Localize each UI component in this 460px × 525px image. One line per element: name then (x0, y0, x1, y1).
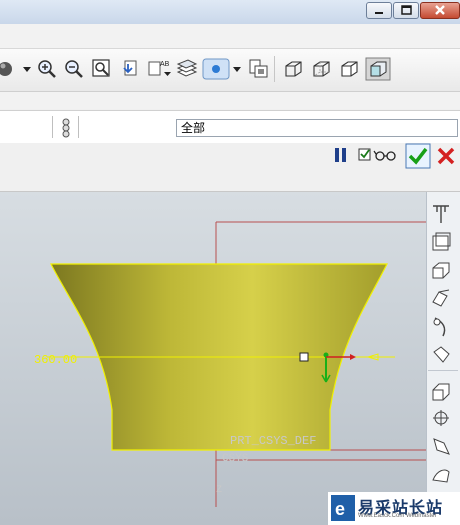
pattern-tool-icon[interactable] (429, 462, 453, 486)
zoom-out-icon[interactable] (63, 58, 85, 80)
preview-glasses-icon[interactable] (358, 146, 398, 164)
rib-tool-icon[interactable] (429, 406, 453, 430)
layers-icon[interactable] (176, 58, 198, 80)
pause-icon[interactable] (332, 146, 350, 164)
shell-tool-icon[interactable] (429, 378, 453, 402)
zoom-in-icon[interactable] (36, 58, 58, 80)
axis-z-label: Z (216, 485, 222, 496)
model-view[interactable]: 360.00 PRT_CSYS_DEF CSYS Z (0, 192, 426, 525)
maximize-button[interactable] (393, 2, 419, 19)
sweep-tool-icon[interactable] (429, 286, 453, 310)
dimension-label[interactable]: 360.00 (34, 353, 77, 367)
minimize-button[interactable] (366, 2, 392, 19)
watermark-logo: e (331, 495, 355, 521)
toolbar-separator (274, 56, 275, 82)
drag-handle[interactable] (299, 352, 309, 362)
saved-views-icon[interactable]: AB (147, 58, 173, 80)
svg-text:e: e (335, 499, 345, 519)
refit-icon[interactable] (91, 58, 113, 80)
cancel-x-icon[interactable] (436, 146, 456, 166)
csys-label-secondary: CSYS (222, 453, 249, 465)
datum-plane-tool-icon[interactable] (429, 202, 453, 226)
no-hidden-icon[interactable] (338, 58, 360, 80)
shading-icon[interactable] (365, 57, 391, 81)
close-icon (435, 5, 445, 15)
csys-label[interactable]: PRT_CSYS_DEF (230, 434, 316, 448)
toolbar-separator (428, 370, 458, 371)
wireframe-icon[interactable] (282, 58, 304, 80)
view-manager-icon[interactable] (247, 58, 269, 80)
extrude-tool-icon[interactable] (429, 230, 453, 254)
selection-filter-value: 全部 (181, 121, 206, 135)
selection-filter-dropdown[interactable]: 全部 (176, 119, 458, 137)
round-tool-icon[interactable] (429, 342, 453, 366)
watermark-subtext: Www.Easck.Com Webmaster (358, 513, 437, 519)
close-button[interactable] (420, 2, 460, 19)
filter-separator (78, 116, 79, 138)
graphics-window[interactable]: 360.00 PRT_CSYS_DEF CSYS Z (0, 192, 426, 525)
maximize-icon (401, 5, 412, 15)
reorient-icon[interactable] (119, 58, 141, 80)
display-style-icon[interactable] (0, 58, 33, 80)
draft-tool-icon[interactable] (429, 434, 453, 458)
hidden-line-icon[interactable] (310, 58, 332, 80)
minimize-icon (375, 12, 383, 14)
confirm-check-icon[interactable] (405, 143, 431, 169)
svg-text:AB: AB (160, 61, 170, 68)
appearance-icon[interactable] (202, 58, 242, 80)
selection-filter-icon[interactable] (58, 116, 74, 138)
filter-separator (52, 116, 53, 138)
revolve-tool-icon[interactable] (429, 258, 453, 282)
hole-tool-icon[interactable] (429, 314, 453, 338)
